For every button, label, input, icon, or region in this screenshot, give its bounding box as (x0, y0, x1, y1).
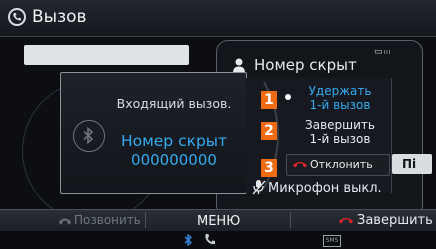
menu-button[interactable]: МЕНЮ (197, 214, 240, 229)
bottom-divider (290, 212, 291, 228)
mic-off-icon (252, 180, 266, 195)
hold-first-call-option[interactable]: Удержать 1-й вызов (294, 84, 386, 112)
popup-caller-name: Номер скрыт (120, 132, 228, 150)
popup-caller-number: 000000000 (131, 151, 217, 169)
end-first-call-option[interactable]: Завершить 1-й вызов (294, 118, 386, 146)
sms-icon: SMS (323, 235, 341, 247)
selected-indicator (285, 94, 291, 100)
option-number-1: 1 (261, 91, 277, 109)
phone-status-icon (205, 234, 215, 245)
option-number-3: 3 (261, 159, 277, 177)
phone-circle-icon (8, 8, 26, 26)
call-icon (59, 218, 71, 225)
hang-up-icon (293, 162, 307, 168)
number-input-field[interactable] (24, 45, 189, 65)
end-call-icon (339, 218, 353, 224)
call-button[interactable]: Позвонить (74, 213, 141, 227)
option-number-2: 2 (261, 122, 277, 140)
reject-label: Отклонить (310, 158, 373, 171)
bottom-divider (145, 212, 146, 228)
bluetooth-icon (73, 120, 105, 152)
caller-name: Номер скрыт (254, 56, 357, 74)
page-title: Вызов (32, 7, 87, 27)
end-call-button[interactable]: Завершить (357, 213, 433, 228)
bluetooth-status-icon (184, 234, 192, 246)
status-bar (0, 231, 436, 249)
mic-status-label: Микрофон выкл. (268, 181, 382, 196)
incoming-call-text: Входящий вызов. (116, 96, 232, 111)
answer-button-label: Пі (402, 157, 417, 171)
battery-signal-icon: ▭ᵢₗₗ (374, 47, 392, 57)
